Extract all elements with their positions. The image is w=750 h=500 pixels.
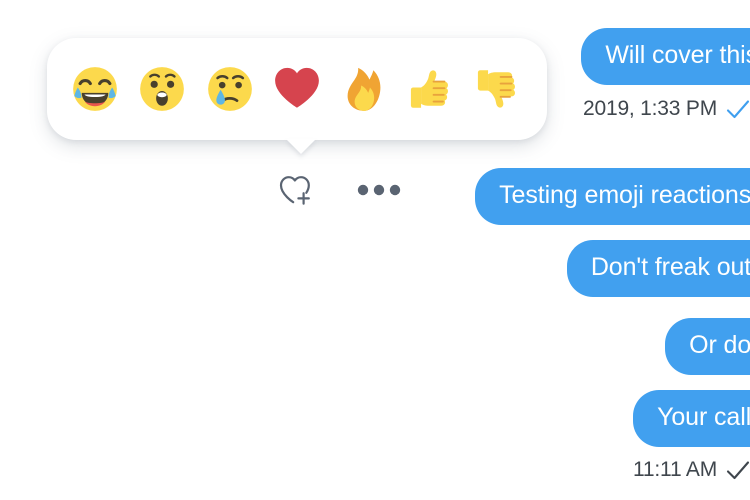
- message-actions-bar: [278, 172, 402, 208]
- picker-pointer-tail: [286, 139, 316, 154]
- message-row: Or do.: [0, 318, 750, 375]
- emoji-reaction-picker[interactable]: [47, 38, 547, 140]
- message-bubble[interactable]: Or do.: [665, 318, 750, 375]
- message-row: Don't freak out.: [0, 240, 750, 297]
- fire-emoji[interactable]: [338, 63, 390, 115]
- thumbs-up-emoji[interactable]: [406, 63, 458, 115]
- thumbs-down-emoji[interactable]: [473, 63, 525, 115]
- message-timestamp: 11:11 AM: [632, 458, 717, 481]
- message-timestamp: 2019, 1:33 PM: [583, 97, 717, 120]
- face-with-open-mouth-emoji[interactable]: [136, 63, 188, 115]
- message-row: Your call.: [0, 390, 750, 447]
- crying-face-emoji[interactable]: [204, 63, 256, 115]
- chat-screen: Will cover this 2019, 1:33 PM Testing emoj…: [0, 0, 750, 500]
- add-reaction-heart-plus-icon[interactable]: [278, 172, 316, 208]
- face-with-tears-of-joy-emoji[interactable]: [69, 63, 121, 115]
- read-receipt-check-icon: [726, 99, 750, 119]
- read-receipt-check-icon: [726, 460, 750, 480]
- message-bubble[interactable]: Testing emoji reactions.: [475, 168, 750, 225]
- message-bubble[interactable]: Don't freak out.: [566, 240, 750, 297]
- message-meta: 11:11 AM: [0, 458, 750, 482]
- message-bubble[interactable]: Your call.: [633, 390, 750, 447]
- red-heart-emoji[interactable]: [271, 63, 323, 115]
- message-bubble[interactable]: Will cover this: [581, 28, 750, 85]
- more-options-icon[interactable]: [356, 183, 402, 197]
